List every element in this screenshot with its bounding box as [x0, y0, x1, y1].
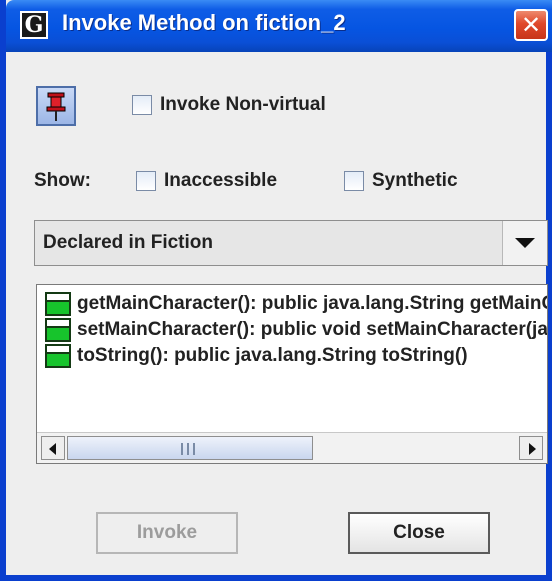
invoke-non-virtual-label: Invoke Non-virtual — [160, 94, 326, 115]
dropdown-selected-value: Declared in Fiction — [43, 232, 213, 253]
pin-button[interactable] — [36, 86, 76, 126]
method-icon — [45, 318, 71, 342]
pushpin-icon — [46, 92, 66, 121]
list-item[interactable]: toString(): public java.lang.String toSt… — [45, 343, 468, 369]
invoke-button[interactable]: Invoke — [96, 512, 238, 554]
horizontal-scrollbar[interactable] — [37, 432, 547, 463]
list-item[interactable]: setMainCharacter(): public void setMainC… — [45, 317, 548, 343]
scrollbar-thumb[interactable] — [67, 436, 313, 460]
synthetic-option[interactable]: Synthetic — [344, 170, 458, 192]
dialog-window: G Invoke Method on fiction_2 ✕ Invoke No… — [0, 0, 552, 581]
synthetic-label: Synthetic — [372, 170, 458, 191]
scroll-right-icon[interactable] — [519, 436, 543, 460]
window-title: Invoke Method on fiction_2 — [62, 10, 346, 35]
synthetic-checkbox[interactable] — [344, 171, 364, 191]
method-label: toString(): public java.lang.String toSt… — [77, 345, 468, 366]
app-icon: G — [20, 11, 48, 39]
chevron-down-icon[interactable] — [502, 221, 547, 265]
inaccessible-checkbox[interactable] — [136, 171, 156, 191]
inaccessible-label: Inaccessible — [164, 170, 278, 191]
method-label: getMainCharacter(): public java.lang.Str… — [77, 293, 547, 314]
list-item[interactable]: getMainCharacter(): public java.lang.Str… — [45, 291, 547, 317]
method-list[interactable]: getMainCharacter(): public java.lang.Str… — [36, 284, 548, 464]
close-window-button[interactable]: ✕ — [514, 9, 548, 41]
declared-in-dropdown[interactable]: Declared in Fiction — [34, 220, 548, 266]
method-icon — [45, 292, 71, 316]
close-button[interactable]: Close — [348, 512, 490, 554]
method-label: setMainCharacter(): public void setMainC… — [77, 319, 548, 340]
grip-icon — [181, 443, 195, 455]
title-bar[interactable]: G Invoke Method on fiction_2 ✕ — [6, 0, 552, 52]
scroll-left-icon[interactable] — [41, 436, 65, 460]
method-icon — [45, 344, 71, 368]
show-row: Show: — [34, 170, 91, 192]
show-label: Show: — [34, 170, 91, 191]
invoke-non-virtual-checkbox[interactable] — [132, 95, 152, 115]
inaccessible-option[interactable]: Inaccessible — [136, 170, 277, 192]
invoke-non-virtual-option[interactable]: Invoke Non-virtual — [132, 94, 326, 116]
